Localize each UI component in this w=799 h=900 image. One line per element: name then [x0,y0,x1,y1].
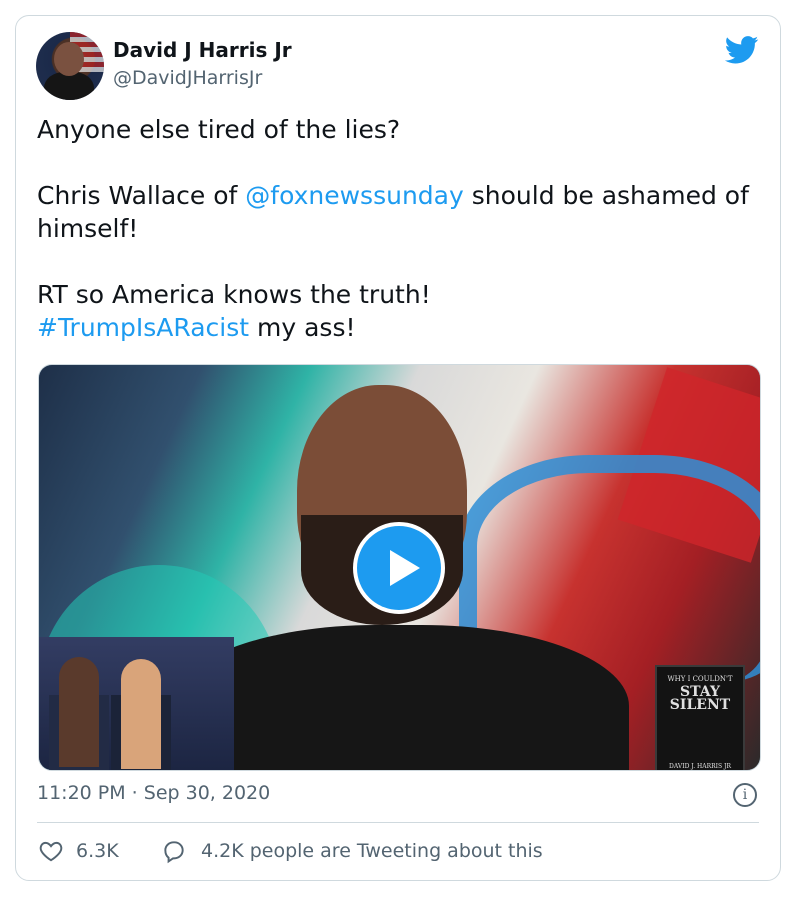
info-icon[interactable]: i [733,783,757,807]
tweet-text: Anyone else tired of the lies? Chris Wal… [37,113,767,344]
tweet-line-1: Anyone else tired of the lies? [37,115,401,144]
thumbnail-person-shirt [169,625,629,770]
book-top-text: WHY I COULDN'T [667,675,733,683]
conversation-text: 4.2K people are Tweeting about this [201,840,543,862]
like-count: 6.3K [76,840,119,862]
book-author: DAVID J. HARRIS JR [669,763,731,770]
avatar-body [44,72,94,100]
thumbnail-framed-photo [39,637,234,770]
play-button[interactable] [353,522,445,614]
book-title: STAY SILENT [669,684,731,713]
like-button[interactable]: 6.3K [38,838,119,864]
conversation-button[interactable]: 4.2K people are Tweeting about this [161,838,543,864]
play-icon [390,550,420,586]
author-handle[interactable]: @DavidJHarrisJr [113,67,262,89]
tweet-line-4-suffix: my ass! [249,313,356,342]
mention-link[interactable]: @foxnewssunday [245,181,464,210]
divider [37,822,759,823]
hashtag-link[interactable]: #TrumpIsARacist [37,313,249,342]
reply-bubble-icon [164,841,184,864]
tweet-line-2: Chris Wallace of @foxnewssunday should b… [37,179,767,245]
tweet-timestamp[interactable]: 11:20 PM · Sep 30, 2020 [37,782,270,804]
heart-icon [39,841,63,862]
avatar[interactable] [36,32,104,100]
author-name[interactable]: David J Harris Jr [113,38,292,62]
tweet-line-2-prefix: Chris Wallace of [37,181,246,210]
tweet-line-3: RT so America knows the truth! [37,280,431,309]
tweet-line-4: #TrumpIsARacist my ass! [37,311,767,344]
video-thumbnail[interactable]: WHY I COULDN'T STAY SILENT DAVID J. HARR… [38,364,761,771]
thumbnail-book: WHY I COULDN'T STAY SILENT DAVID J. HARR… [655,665,745,770]
twitter-bird-icon[interactable] [725,36,759,64]
avatar-head [54,42,84,76]
